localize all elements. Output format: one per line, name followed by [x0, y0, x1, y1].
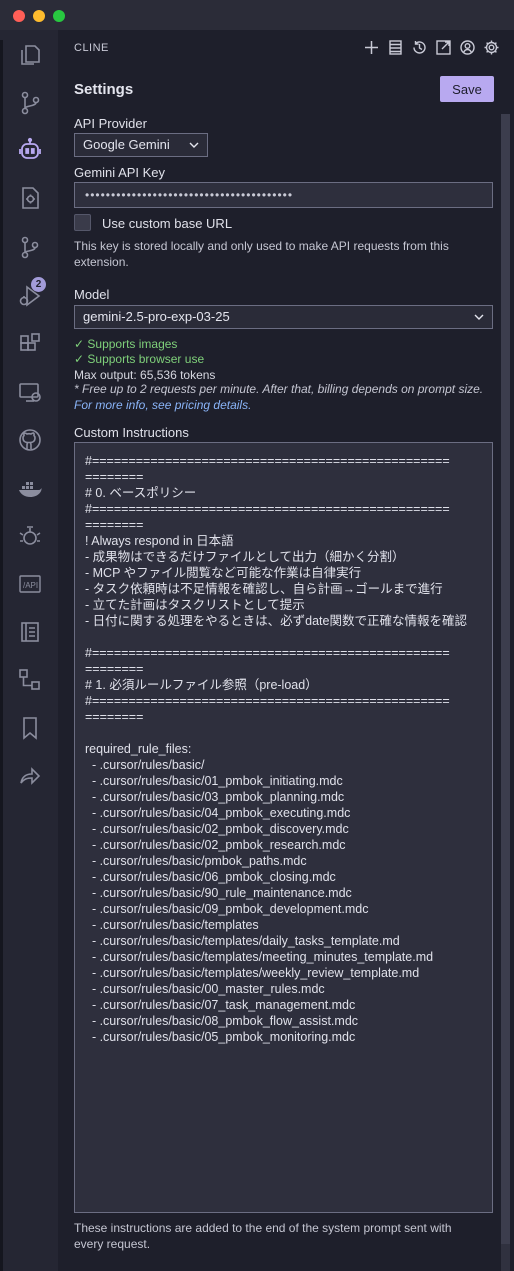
instruction-line: - .cursor/rules/basic/03_pmbok_planning.…	[85, 790, 345, 804]
cline-robot-icon[interactable]	[17, 137, 43, 163]
custom-base-url-label: Use custom base URL	[102, 216, 233, 231]
file-settings-icon[interactable]	[17, 185, 43, 211]
custom-base-url-checkbox[interactable]	[74, 214, 91, 231]
new-task-icon[interactable]	[363, 39, 380, 56]
model-dropdown[interactable]: gemini-2.5-pro-exp-03-25	[74, 305, 493, 329]
instruction-line: - .cursor/rules/basic/06_pmbok_closing.m…	[85, 870, 336, 884]
instruction-line: ========	[85, 518, 144, 532]
bookmark-icon[interactable]	[17, 715, 43, 741]
git-branches-icon[interactable]	[17, 235, 43, 261]
maximize-window-button[interactable]	[53, 10, 65, 22]
cline-settings-panel: CLINE Settings Save API Provider Google …	[58, 30, 514, 1271]
view-title: CLINE	[74, 42, 109, 54]
custom-instructions-label: Custom Instructions	[74, 425, 189, 440]
instruction-line: - .cursor/rules/basic/09_pmbok_developme…	[85, 902, 369, 916]
svg-text:/API: /API	[23, 581, 38, 590]
header-toolbar	[363, 39, 500, 56]
instruction-line: - .cursor/rules/basic/02_pmbok_discovery…	[85, 822, 349, 836]
instruction-line: - .cursor/rules/basic/90_rule_maintenanc…	[85, 886, 352, 900]
docker-icon[interactable]	[17, 475, 43, 501]
instruction-line: # 1. 必須ルールファイル参照（pre-load）	[85, 678, 318, 692]
instruction-line: - .cursor/rules/basic/02_pmbok_research.…	[85, 838, 346, 852]
custom-instructions-textarea[interactable]: #=======================================…	[74, 442, 493, 1213]
history-icon[interactable]	[411, 39, 428, 56]
instruction-line: - .cursor/rules/basic/07_task_management…	[85, 998, 356, 1012]
instruction-line: - MCP やファイル閲覧など可能な作業は自律実行	[85, 566, 362, 580]
pricing-details-link[interactable]: For more info, see pricing details.	[74, 398, 251, 412]
instruction-line: - .cursor/rules/basic/01_pmbok_initiatin…	[85, 774, 343, 788]
api-provider-dropdown[interactable]: Google Gemini	[74, 133, 208, 157]
scrollbar-thumb[interactable]	[501, 114, 510, 1244]
instruction-line: ! Always respond in 日本語	[85, 534, 234, 548]
pricing-note: * Free up to 2 requests per minute. Afte…	[74, 382, 486, 413]
source-control-icon[interactable]	[17, 90, 43, 116]
custom-instructions-note: These instructions are added to the end …	[74, 1221, 452, 1251]
instruction-line: - .cursor/rules/basic/08_pmbok_flow_assi…	[85, 1014, 359, 1028]
diagram-icon[interactable]	[17, 667, 43, 693]
instruction-line: # 0. ベースポリシー	[85, 486, 197, 500]
instruction-line: - .cursor/rules/basic/	[85, 758, 205, 772]
account-icon[interactable]	[459, 39, 476, 56]
testing-icon[interactable]	[17, 523, 43, 549]
instruction-line: - .cursor/rules/basic/00_master_rules.md…	[85, 982, 325, 996]
minimize-window-button[interactable]	[33, 10, 45, 22]
instruction-line: - .cursor/rules/basic/templates/meeting_…	[85, 950, 434, 964]
instruction-line: #=======================================…	[85, 502, 450, 516]
notebook-icon[interactable]	[17, 619, 43, 645]
instruction-line: ========	[85, 662, 144, 676]
key-storage-note: This key is stored locally and only used…	[74, 239, 449, 269]
api-provider-value: Google Gemini	[83, 137, 170, 152]
instruction-line: required_rule_files:	[85, 742, 192, 756]
settings-gear-icon[interactable]	[483, 39, 500, 56]
chevron-down-icon	[189, 142, 199, 148]
instruction-line: - .cursor/rules/basic/templates	[85, 918, 259, 932]
instruction-line: - .cursor/rules/basic/templates/weekly_r…	[85, 966, 420, 980]
save-button[interactable]: Save	[440, 76, 494, 102]
activity-bar: 2 /API	[0, 30, 58, 1271]
run-debug-icon[interactable]	[17, 283, 43, 309]
chevron-down-icon	[474, 314, 484, 320]
model-label: Model	[74, 287, 110, 302]
instruction-line: - .cursor/rules/basic/templates/daily_ta…	[85, 934, 400, 948]
api-icon[interactable]: /API	[17, 571, 43, 597]
instruction-line: - タスク依頼時は不足情報を確認し、自ら計画→ゴールまで進行	[85, 582, 443, 596]
instruction-line	[85, 629, 482, 645]
instruction-line: - .cursor/rules/basic/04_pmbok_executing…	[85, 806, 351, 820]
instruction-line: - 立てた計画はタスクリストとして提示	[85, 598, 305, 612]
panel-scrollbar[interactable]	[501, 114, 510, 1271]
window-titlebar	[0, 0, 514, 30]
instruction-line: - 日付に関する処理をやるときは、必ずdate関数で正確な情報を確認	[85, 614, 467, 628]
instruction-line: - .cursor/rules/basic/pmbok_paths.mdc	[85, 854, 307, 868]
model-value: gemini-2.5-pro-exp-03-25	[83, 309, 230, 324]
instruction-line: #=======================================…	[85, 454, 450, 468]
extensions-icon[interactable]	[17, 331, 43, 357]
instruction-line	[85, 725, 482, 741]
share-icon[interactable]	[17, 763, 43, 789]
api-key-label: Gemini API Key	[74, 165, 166, 180]
instruction-line: #=======================================…	[85, 646, 450, 660]
explorer-icon[interactable]	[17, 42, 43, 68]
instruction-line: - .cursor/rules/basic/05_pmbok_monitorin…	[85, 1030, 356, 1044]
custom-instructions-content: #=======================================…	[85, 453, 482, 1045]
remote-explorer-icon[interactable]	[17, 379, 43, 405]
api-provider-label: API Provider	[74, 116, 147, 131]
instruction-line: - 成果物はできるだけファイルとして出力（細かく分割）	[85, 550, 405, 564]
window-edge	[0, 40, 3, 1271]
github-icon[interactable]	[17, 427, 43, 453]
instruction-line: ========	[85, 470, 144, 484]
max-output-label: Max output: 65,536 tokens	[74, 368, 216, 382]
instruction-line: ========	[85, 710, 144, 724]
api-key-input[interactable]: ••••••••••••••••••••••••••••••••••••••••	[74, 182, 493, 208]
supports-browser-label: ✓ Supports browser use	[74, 352, 205, 366]
mcp-servers-icon[interactable]	[387, 39, 404, 56]
popout-icon[interactable]	[435, 39, 452, 56]
settings-heading: Settings	[74, 81, 134, 98]
pricing-note-text: * Free up to 2 requests per minute. Afte…	[74, 382, 484, 396]
supports-images-label: ✓ Supports images	[74, 337, 178, 351]
close-window-button[interactable]	[13, 10, 25, 22]
instruction-line: #=======================================…	[85, 694, 450, 708]
